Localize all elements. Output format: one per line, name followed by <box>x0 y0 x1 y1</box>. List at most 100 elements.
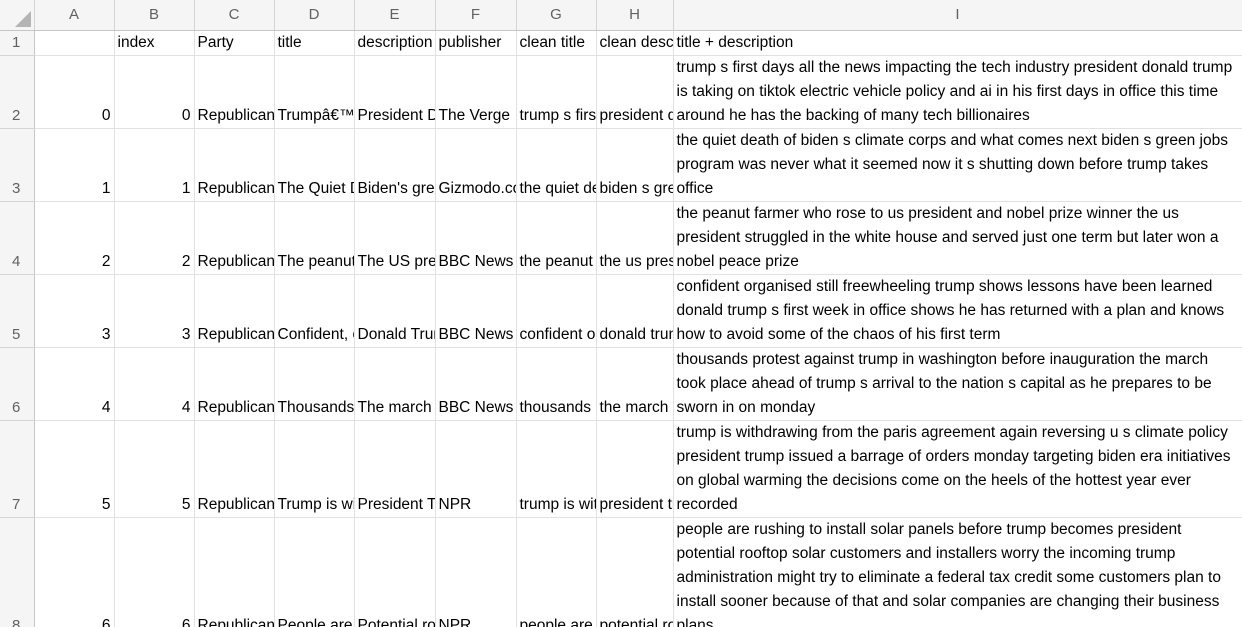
cell-e7[interactable]: President Trump <box>354 420 436 518</box>
column-header-f[interactable]: F <box>435 0 517 31</box>
cell-g7[interactable]: trump is withdrawing <box>516 420 597 518</box>
cell-c1[interactable]: Party <box>194 30 275 56</box>
cell-b6[interactable]: 4 <box>114 347 195 421</box>
cell-i8[interactable]: people are rushing to install solar pane… <box>673 517 1242 627</box>
cell-i3[interactable]: the quiet death of biden s climate corps… <box>673 128 1242 202</box>
cell-b5[interactable]: 3 <box>114 274 195 348</box>
cell-e4[interactable]: The US president <box>354 201 436 275</box>
cell-h5[interactable]: donald trump s <box>596 274 674 348</box>
cell-g5[interactable]: confident organised <box>516 274 597 348</box>
cell-c3[interactable]: Republican <box>194 128 275 202</box>
select-all-corner[interactable] <box>0 0 35 31</box>
cell-h3[interactable]: biden s green jobs <box>596 128 674 202</box>
cell-f2[interactable]: The Verge <box>435 55 517 129</box>
cell-b8[interactable]: 6 <box>114 517 195 627</box>
cell-e6[interactable]: The march took <box>354 347 436 421</box>
cell-b2[interactable]: 0 <box>114 55 195 129</box>
row-header-8[interactable]: 8 <box>0 517 35 627</box>
cell-d4[interactable]: The peanut farmer <box>274 201 355 275</box>
column-header-c[interactable]: C <box>194 0 275 31</box>
cell-e2[interactable]: President Donald <box>354 55 436 129</box>
cell-g4[interactable]: the peanut farmer <box>516 201 597 275</box>
cell-b3[interactable]: 1 <box>114 128 195 202</box>
cell-c5[interactable]: Republican <box>194 274 275 348</box>
column-header-e[interactable]: E <box>354 0 436 31</box>
cell-f7[interactable]: NPR <box>435 420 517 518</box>
cell-i7[interactable]: trump is withdrawing from the paris agre… <box>673 420 1242 518</box>
column-header-g[interactable]: G <box>516 0 597 31</box>
table-row-2: 200RepublicanTrumpâ€™s first daysPreside… <box>0 55 1242 129</box>
row-header-5[interactable]: 5 <box>0 274 35 348</box>
cell-i2[interactable]: trump s first days all the news impactin… <box>673 55 1242 129</box>
table-row-3: 311RepublicanThe Quiet DeathBiden's gree… <box>0 128 1242 202</box>
row-header-3[interactable]: 3 <box>0 128 35 202</box>
spreadsheet-grid[interactable]: A B C D E F G H I 1 index Party title description publ… <box>0 0 1242 627</box>
select-all-triangle-icon <box>14 10 31 27</box>
row-header-1[interactable]: 1 <box>0 30 35 56</box>
column-header-row: ABCDEFGHI <box>0 0 1242 31</box>
cell-b7[interactable]: 5 <box>114 420 195 518</box>
cell-h4[interactable]: the us president <box>596 201 674 275</box>
cell-f4[interactable]: BBC News <box>435 201 517 275</box>
cell-a3[interactable]: 1 <box>34 128 115 202</box>
cell-a8[interactable]: 6 <box>34 517 115 627</box>
cell-d2[interactable]: Trumpâ€™s first days <box>274 55 355 129</box>
cell-f5[interactable]: BBC News <box>435 274 517 348</box>
cell-g2[interactable]: trump s first days <box>516 55 597 129</box>
cell-a7[interactable]: 5 <box>34 420 115 518</box>
column-header-a[interactable]: A <box>34 0 115 31</box>
cell-d8[interactable]: People are rushing <box>274 517 355 627</box>
cell-d6[interactable]: Thousands protest <box>274 347 355 421</box>
table-row-5: 533RepublicanConfident, organisedDonald … <box>0 274 1242 348</box>
cell-f1[interactable]: publisher <box>435 30 517 56</box>
cell-h8[interactable]: potential rooftop <box>596 517 674 627</box>
cell-b1[interactable]: index <box>114 30 195 56</box>
row-header-7[interactable]: 7 <box>0 420 35 518</box>
cell-e5[interactable]: Donald Trump's <box>354 274 436 348</box>
cell-f3[interactable]: Gizmodo.com <box>435 128 517 202</box>
column-header-b[interactable]: B <box>114 0 195 31</box>
row-header-4[interactable]: 4 <box>0 201 35 275</box>
cell-h6[interactable]: the march took <box>596 347 674 421</box>
cell-i6[interactable]: thousands protest against trump in washi… <box>673 347 1242 421</box>
cell-e8[interactable]: Potential rooftop <box>354 517 436 627</box>
cell-d3[interactable]: The Quiet Death <box>274 128 355 202</box>
cell-d1[interactable]: title <box>274 30 355 56</box>
cell-c7[interactable]: Republican <box>194 420 275 518</box>
cell-g6[interactable]: thousands protest <box>516 347 597 421</box>
cell-h2[interactable]: president donald <box>596 55 674 129</box>
cell-c4[interactable]: Republican <box>194 201 275 275</box>
cell-a1[interactable] <box>34 30 115 56</box>
table-row-7: 755RepublicanTrump is withdrawingPreside… <box>0 420 1242 518</box>
column-header-h[interactable]: H <box>596 0 674 31</box>
cell-d7[interactable]: Trump is withdrawing <box>274 420 355 518</box>
cell-h1[interactable]: clean description <box>596 30 674 56</box>
cell-e1[interactable]: description <box>354 30 436 56</box>
cell-i5[interactable]: confident organised still freewheeling t… <box>673 274 1242 348</box>
cell-g8[interactable]: people are rushing <box>516 517 597 627</box>
cell-c6[interactable]: Republican <box>194 347 275 421</box>
cell-f8[interactable]: NPR <box>435 517 517 627</box>
cell-h7[interactable]: president trump <box>596 420 674 518</box>
cell-g1[interactable]: clean title <box>516 30 597 56</box>
column-header-d[interactable]: D <box>274 0 355 31</box>
cell-a4[interactable]: 2 <box>34 201 115 275</box>
table-row-1: 1 index Party title description publisher clea… <box>0 30 1242 56</box>
cell-a2[interactable]: 0 <box>34 55 115 129</box>
cell-a5[interactable]: 3 <box>34 274 115 348</box>
cell-i1[interactable]: title + description <box>673 30 1242 56</box>
cell-table: A B C D E F G H I 1 index Party title description publ… <box>0 0 1242 627</box>
cell-f6[interactable]: BBC News <box>435 347 517 421</box>
table-row-8: 866RepublicanPeople are rushingPotential… <box>0 517 1242 627</box>
row-header-6[interactable]: 6 <box>0 347 35 421</box>
cell-i4[interactable]: the peanut farmer who rose to us preside… <box>673 201 1242 275</box>
cell-b4[interactable]: 2 <box>114 201 195 275</box>
cell-c8[interactable]: Republican <box>194 517 275 627</box>
column-header-i[interactable]: I <box>673 0 1242 31</box>
cell-d5[interactable]: Confident, organised <box>274 274 355 348</box>
cell-c2[interactable]: Republican <box>194 55 275 129</box>
cell-e3[interactable]: Biden's green jobs <box>354 128 436 202</box>
row-header-2[interactable]: 2 <box>0 55 35 129</box>
cell-a6[interactable]: 4 <box>34 347 115 421</box>
cell-g3[interactable]: the quiet death <box>516 128 597 202</box>
